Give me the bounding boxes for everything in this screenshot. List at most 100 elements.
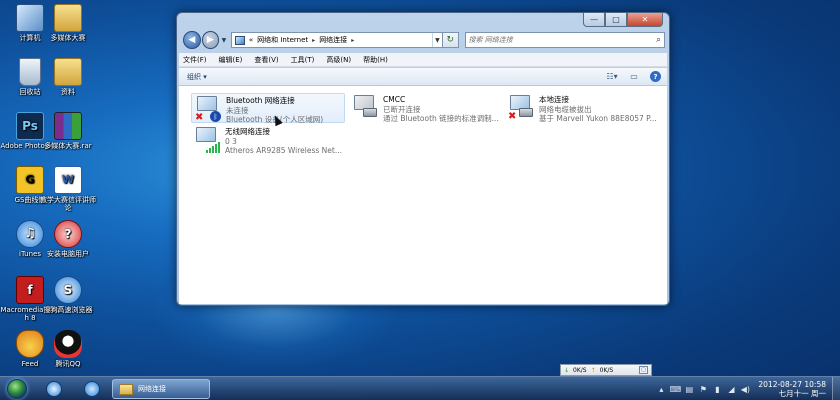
action-center-icon[interactable]: ⚑ <box>698 384 708 394</box>
help-icon[interactable]: ? <box>650 71 661 82</box>
desktop-icon-qq[interactable]: 腾讯QQ <box>38 330 98 368</box>
desktop-icon-label: 多媒体大赛 <box>50 34 86 42</box>
desktop-icon-sogou-browser[interactable]: S 搜狗高速浏览器 <box>38 276 98 314</box>
network-adapter-icon <box>349 93 381 123</box>
download-speed: 0K/S <box>573 366 587 374</box>
itunes-icon <box>84 381 100 397</box>
taskbar: 网络连接 ▴ ⌨ ▤ ⚑ ▮ ◢ ◀) 2012-08-27 10:58 七月十… <box>0 376 840 400</box>
navigation-bar: ◀ ▶ ▼ « 网络和 Internet ▸ 网络连接 ▸ ▼ ↻ ⌕ <box>183 30 665 50</box>
desktop-icon-label: 安装电脑用户 <box>47 250 89 258</box>
connection-name: Bluetooth 网络连接 <box>226 96 295 105</box>
menu-bar: 文件(F) 编辑(E) 查看(V) 工具(T) 高级(N) 帮助(H) <box>179 53 667 67</box>
desktop-icon-label: 教学大赛信评讲师论 <box>40 196 96 212</box>
penguin-icon <box>54 330 82 358</box>
menu-view[interactable]: 查看(V) <box>254 55 278 65</box>
clock-day: 七月十一 周一 <box>778 389 826 398</box>
connection-item-cmcc[interactable]: CMCC 已断开连接 通过 Bluetooth 链接的标准调制... <box>349 93 499 123</box>
clock-date: 2012-08-27 <box>758 380 802 389</box>
connection-name: 无线网络连接 <box>225 127 270 136</box>
menu-edit[interactable]: 编辑(E) <box>219 55 243 65</box>
connection-device: Atheros AR9285 Wireless Net... <box>225 146 343 155</box>
search-icon[interactable]: ⌕ <box>656 35 661 45</box>
connection-status: 网络电缆被拔出 <box>539 104 592 114</box>
window-controls: — □ ✕ <box>583 13 663 27</box>
monitor-restore-button[interactable]: ▢ <box>639 366 648 374</box>
connection-item-wireless[interactable]: 无线网络连接 0 3 Atheros AR9285 Wireless Net..… <box>191 125 351 155</box>
windows-logo-icon <box>7 379 27 399</box>
upload-arrow-icon: ↑ <box>590 366 596 374</box>
language-icon[interactable]: ⌨ <box>670 384 682 394</box>
signal-tray-icon[interactable]: ◢ <box>726 384 736 394</box>
connection-status: 0 3 <box>225 136 237 146</box>
signal-strength-icon <box>206 142 220 153</box>
connection-name: CMCC <box>383 95 406 104</box>
show-desktop-button[interactable] <box>832 377 840 400</box>
recent-pages-dropdown[interactable]: ▼ <box>219 37 229 44</box>
menu-tools[interactable]: 工具(T) <box>291 55 315 65</box>
disconnected-x-icon: ✖ <box>195 112 204 123</box>
desktop-icon-multimedia-folder[interactable]: 多媒体大赛 <box>38 4 98 42</box>
network-adapter-icon: ✖ ᛒ <box>192 94 224 124</box>
breadcrumb-item-network-connections[interactable]: 网络连接 <box>319 35 347 45</box>
connection-item-bluetooth[interactable]: ✖ ᛒ Bluetooth 网络连接 未连接 Bluetooth 设备(个人区域… <box>191 93 345 124</box>
network-folder-icon <box>234 35 245 45</box>
change-view-icon[interactable]: ☷▾ <box>606 72 618 82</box>
upload-speed: 0K/S <box>599 366 614 374</box>
back-button[interactable]: ◀ <box>183 31 201 49</box>
address-bar[interactable]: « 网络和 Internet ▸ 网络连接 ▸ ▼ <box>230 32 443 48</box>
maximize-button[interactable]: □ <box>605 13 627 27</box>
preview-pane-icon[interactable]: ▭ <box>628 72 640 82</box>
clock[interactable]: 2012-08-27 10:58 七月十一 周一 <box>758 380 826 398</box>
volume-icon[interactable]: ◀) <box>740 384 750 394</box>
breadcrumb-separator[interactable]: ▸ <box>351 37 354 44</box>
network-tray-icon[interactable]: ▤ <box>684 384 694 394</box>
search-input[interactable] <box>468 36 656 44</box>
forward-button[interactable]: ▶ <box>201 31 220 49</box>
show-hidden-icons-icon[interactable]: ▴ <box>656 384 666 394</box>
taskbar-button-label: 网络连接 <box>138 385 166 393</box>
desktop-icon-label: 资料 <box>61 88 75 96</box>
clock-time: 10:58 <box>804 380 826 389</box>
folder-icon <box>54 58 82 86</box>
network-adapter-icon <box>191 125 223 155</box>
modem-icon <box>363 108 377 117</box>
taskbar-pin-itunes[interactable] <box>76 379 108 399</box>
network-speed-monitor[interactable]: ↓ 0K/S ↑ 0K/S ▢ <box>560 364 652 376</box>
search-box[interactable]: ⌕ <box>464 32 665 48</box>
connection-status: 未连接 <box>226 105 249 115</box>
connection-device: 基于 Marvell Yukon 88E8057 P... <box>539 114 657 123</box>
word-document-icon: W <box>54 166 82 194</box>
close-button[interactable]: ✕ <box>627 13 663 27</box>
menu-help[interactable]: 帮助(H) <box>363 55 388 65</box>
refresh-button[interactable]: ↻ <box>442 32 459 48</box>
rar-archive-icon <box>54 112 82 140</box>
desktop-icon-teaching-doc[interactable]: W 教学大赛信评讲师论 <box>38 166 98 212</box>
taskbar-pin-browser[interactable] <box>38 379 70 399</box>
menu-file[interactable]: 文件(F) <box>183 55 207 65</box>
desktop-icon-label: 搜狗高速浏览器 <box>43 306 93 314</box>
address-dropdown-button[interactable]: ▼ <box>431 33 442 47</box>
minimize-button[interactable]: — <box>583 13 605 27</box>
network-connections-window[interactable]: — □ ✕ ◀ ▶ ▼ « 网络和 Internet ▸ 网络连接 ▸ ▼ ↻ … <box>176 12 670 306</box>
browser-icon <box>46 381 62 397</box>
breadcrumb-separator[interactable]: ▸ <box>312 37 315 44</box>
breadcrumb-overflow[interactable]: « <box>249 36 253 44</box>
install-app-icon: ? <box>54 220 82 248</box>
desktop-icon-label: 多媒体大赛.rar <box>44 142 92 150</box>
download-arrow-icon: ↓ <box>564 366 570 374</box>
taskbar-button-network-connections[interactable]: 网络连接 <box>112 379 210 399</box>
breadcrumb-item-network-internet[interactable]: 网络和 Internet <box>257 35 308 45</box>
start-button[interactable] <box>2 377 32 400</box>
organize-button[interactable]: 组织 ▾ <box>187 72 207 82</box>
desktop-icon-materials-folder[interactable]: 资料 <box>38 58 98 96</box>
connection-name: 本地连接 <box>539 95 569 104</box>
forward-arrow-icon: ▶ <box>206 35 214 45</box>
desktop-icon-install-app[interactable]: ? 安装电脑用户 <box>38 220 98 258</box>
connection-status: 已断开连接 <box>383 104 421 114</box>
power-icon[interactable]: ▮ <box>712 384 722 394</box>
connection-item-local[interactable]: ✖ 本地连接 网络电缆被拔出 基于 Marvell Yukon 88E8057 … <box>505 93 665 123</box>
connection-device: 通过 Bluetooth 链接的标准调制... <box>383 114 499 123</box>
ethernet-plug-icon <box>519 108 533 117</box>
menu-advanced[interactable]: 高级(N) <box>326 55 351 65</box>
desktop-icon-rar-archive[interactable]: 多媒体大赛.rar <box>38 112 98 150</box>
